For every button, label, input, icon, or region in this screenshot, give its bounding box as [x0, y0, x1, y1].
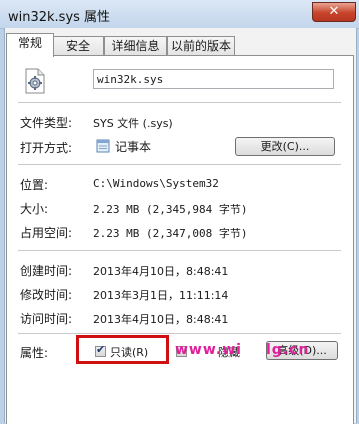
- tab-previous-versions[interactable]: 以前的版本: [167, 36, 235, 56]
- watermark-text-right: lg.cn: [266, 342, 310, 358]
- tab-previous-versions-label: 以前的版本: [170, 39, 231, 53]
- location-label: 位置:: [20, 178, 49, 192]
- file-type-value: SYS 文件 (.sys): [93, 117, 173, 130]
- window-title: win32k.sys 属性: [8, 10, 111, 25]
- created-value: 2013年4月10日，8:48:41: [93, 265, 229, 278]
- separator: [18, 102, 341, 103]
- highlight-box: [76, 335, 169, 364]
- tab-security[interactable]: 安全: [52, 36, 104, 56]
- tab-details-label: 详细信息: [111, 39, 160, 53]
- system-file-gear-icon: [24, 68, 46, 97]
- modified-label: 修改时间:: [20, 288, 73, 302]
- watermark-text-left: www.wi: [175, 342, 242, 358]
- separator: [18, 164, 341, 165]
- size-value: 2.23 MB (2,345,984 字节): [93, 203, 248, 216]
- separator: [18, 333, 341, 334]
- close-button[interactable]: ✕: [312, 2, 356, 22]
- created-label: 创建时间:: [20, 264, 73, 278]
- size-on-disk-value: 2.23 MB (2,347,008 字节): [93, 227, 248, 240]
- attributes-label: 属性:: [20, 346, 49, 360]
- tab-security-label: 安全: [65, 39, 90, 53]
- tab-details[interactable]: 详细信息: [104, 36, 167, 56]
- close-icon: ✕: [328, 4, 340, 19]
- open-with-label: 打开方式:: [20, 141, 73, 155]
- tab-general[interactable]: 常规: [6, 33, 54, 57]
- modified-value: 2013年3月1日，11:11:14: [93, 289, 229, 302]
- title-bar: win32k.sys 属性 ✕: [0, 0, 359, 29]
- accessed-value: 2013年4月10日，8:48:41: [93, 313, 229, 326]
- tab-general-label: 常规: [17, 36, 42, 50]
- separator: [18, 250, 341, 251]
- accessed-label: 访问时间:: [20, 312, 73, 326]
- file-name-field[interactable]: win32k.sys: [93, 69, 334, 89]
- change-button[interactable]: 更改(C)...: [235, 137, 335, 156]
- open-with-app: 记事本: [115, 140, 152, 154]
- notepad-icon: [96, 138, 111, 156]
- location-value: C:\Windows\System32: [93, 177, 219, 190]
- size-label: 大小:: [20, 202, 49, 216]
- file-type-label: 文件类型:: [20, 116, 73, 130]
- size-on-disk-label: 占用空间:: [20, 226, 73, 240]
